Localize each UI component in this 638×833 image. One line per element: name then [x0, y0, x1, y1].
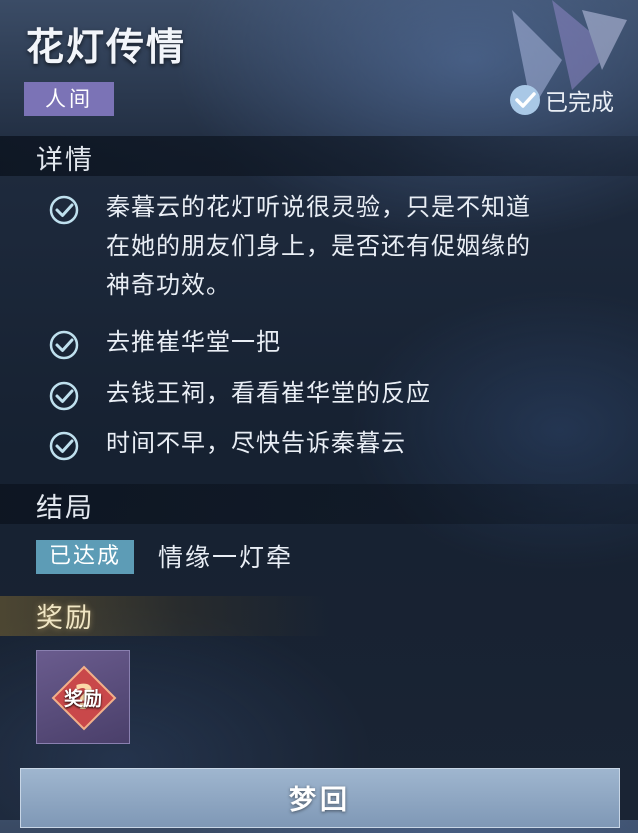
check-icon: [49, 330, 79, 360]
task-item: 去推崔华堂一把: [48, 327, 618, 367]
task-item: 秦暮云的花灯听说很灵验，只是不知道 在她的朋友们身上，是否还有促姻缘的 神奇功效…: [48, 192, 618, 312]
check-icon: [49, 195, 79, 225]
check-circle-icon: [510, 85, 540, 115]
dream-return-button[interactable]: 梦回: [20, 768, 620, 828]
task-text: 时间不早，尽快告诉秦暮云: [106, 429, 406, 457]
check-icon: [49, 381, 79, 411]
achieved-badge: 已达成: [36, 540, 134, 574]
ending-name: 情缘一灯牵: [158, 543, 294, 572]
ending-section-bar: [0, 484, 638, 524]
details-heading: 详情: [36, 145, 94, 176]
task-text-line: 秦暮云的花灯听说很灵验，只是不知道: [106, 193, 531, 221]
page-title: 花灯传情: [26, 25, 187, 69]
task-text-line: 在她的朋友们身上，是否还有促姻缘的: [106, 232, 531, 260]
status-label: 已完成: [545, 90, 614, 116]
task-text: 去钱王祠，看看崔华堂的反应: [106, 379, 431, 407]
task-text-line: 神奇功效。: [106, 271, 231, 299]
task-text: 秦暮云的花灯听说很灵验，只是不知道 在她的朋友们身上，是否还有促姻缘的 神奇功效…: [106, 188, 618, 305]
reward-heading: 奖励: [36, 603, 94, 634]
reward-item[interactable]: ? 奖励: [36, 650, 130, 744]
details-section-bar: [0, 136, 638, 176]
check-icon: [49, 431, 79, 461]
reward-item-label: 奖励: [63, 688, 102, 710]
ending-heading: 结局: [36, 493, 94, 524]
task-item: 时间不早，尽快告诉秦暮云: [48, 428, 618, 468]
task-text: 去推崔华堂一把: [106, 328, 281, 356]
completion-status: 已完成: [509, 84, 614, 116]
task-item: 去钱王祠，看看崔华堂的反应: [48, 378, 618, 418]
category-tag: 人间: [24, 82, 114, 116]
